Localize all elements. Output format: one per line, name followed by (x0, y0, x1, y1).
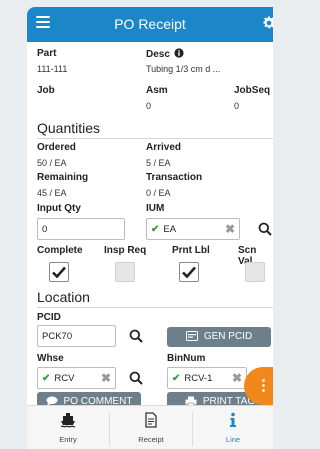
gear-icon[interactable] (261, 15, 273, 31)
info-icon (230, 412, 236, 427)
ium-field[interactable]: ✔ EA ✖ (146, 218, 240, 240)
ordered-label: Ordered (37, 142, 76, 153)
prnt-lbl-label: Prnt Lbl (172, 245, 210, 256)
jobseq-value: 0 (234, 101, 240, 111)
insp-req-label: Insp Req (104, 245, 147, 256)
card-icon (185, 331, 198, 342)
app-screen: PO Receipt Part 111-111 Desc Tubing 1/3 … (27, 7, 273, 449)
clear-icon[interactable]: ✖ (225, 222, 235, 236)
search-icon[interactable] (129, 329, 143, 343)
whse-value: RCV (54, 373, 75, 384)
asm-label: Asm (146, 85, 168, 96)
tab-receipt[interactable]: Receipt (110, 406, 192, 449)
binnum-label: BinNum (167, 353, 206, 364)
ium-value: EA (163, 224, 177, 235)
section-divider (37, 138, 273, 139)
clear-icon[interactable]: ✖ (101, 371, 111, 385)
binnum-field[interactable]: ✔ RCV-1 ✖ (167, 367, 247, 389)
input-qty-value: 0 (42, 224, 48, 235)
pcid-value: PCK70 (42, 331, 73, 342)
gen-pcid-label: GEN PCID (203, 331, 253, 342)
info-circle-icon[interactable] (174, 48, 184, 58)
receipt-icon (145, 412, 157, 428)
bottom-tab-bar: Entry Receipt Line (27, 405, 273, 449)
app-header: PO Receipt (27, 7, 273, 42)
ium-label: IUM (146, 203, 165, 214)
remaining-value: 45 / EA (37, 188, 67, 198)
search-icon[interactable] (258, 222, 272, 236)
valid-check-icon: ✔ (172, 373, 181, 384)
asm-value: 0 (146, 101, 152, 111)
tab-line-label: Line (225, 435, 241, 444)
desc-label: Desc (146, 48, 184, 60)
ship-icon (60, 413, 76, 428)
input-qty-field[interactable]: 0 (37, 218, 125, 240)
section-divider (37, 307, 273, 308)
more-vertical-icon: ⋮ (256, 377, 271, 394)
insp-req-checkbox[interactable] (115, 262, 135, 282)
jobseq-label: JobSeq (234, 85, 271, 96)
pcid-label: PCID (37, 312, 61, 323)
input-qty-label: Input Qty (37, 203, 81, 214)
tab-entry-label: Entry (59, 435, 77, 444)
search-icon[interactable] (129, 371, 143, 385)
quantities-section-title: Quantities (37, 120, 101, 136)
prnt-lbl-checkbox[interactable] (179, 262, 199, 282)
binnum-value: RCV-1 (184, 373, 213, 384)
job-label: Job (37, 85, 55, 96)
page-title: PO Receipt (114, 16, 186, 32)
whse-label: Whse (37, 353, 64, 364)
transaction-label: Transaction (146, 172, 203, 183)
valid-check-icon: ✔ (151, 224, 160, 235)
location-section-title: Location (37, 289, 90, 305)
checkmark-icon (52, 266, 66, 279)
valid-check-icon: ✔ (42, 373, 51, 384)
scn-val-checkbox[interactable] (245, 262, 265, 282)
whse-field[interactable]: ✔ RCV ✖ (37, 367, 116, 389)
gen-pcid-button[interactable]: GEN PCID (167, 327, 271, 347)
tab-line[interactable]: Line (193, 406, 273, 449)
checkmark-icon (182, 266, 196, 279)
complete-checkbox[interactable] (49, 262, 69, 282)
desc-value: Tubing 1/3 cm d ... (146, 64, 221, 74)
clear-icon[interactable]: ✖ (232, 371, 242, 385)
part-value: 111-111 (37, 64, 68, 74)
pcid-field[interactable]: PCK70 (37, 325, 116, 347)
remaining-label: Remaining (37, 172, 89, 183)
arrived-value: 5 / EA (146, 158, 171, 168)
tab-receipt-label: Receipt (138, 435, 164, 444)
tab-entry[interactable]: Entry (27, 406, 109, 449)
ordered-value: 50 / EA (37, 158, 67, 168)
transaction-value: 0 / EA (146, 188, 171, 198)
part-label: Part (37, 48, 57, 59)
arrived-label: Arrived (146, 142, 182, 153)
complete-label: Complete (37, 245, 83, 256)
